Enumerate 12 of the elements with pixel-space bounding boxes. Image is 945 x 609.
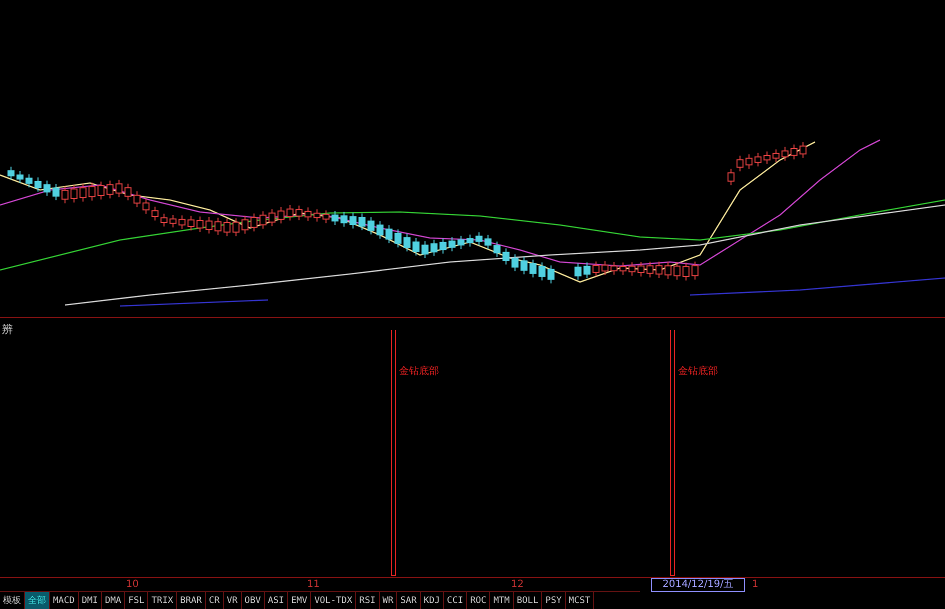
axis-tick-label: 12 — [511, 578, 524, 591]
axis-tick-label: 10 — [126, 578, 139, 591]
indicator-tab[interactable]: WR — [380, 592, 398, 609]
cursor-date-label: 2014/12/19/五 — [651, 578, 745, 592]
indicator-name: 辨 — [2, 322, 13, 338]
signal-label: 金钻底部 — [678, 364, 718, 379]
indicator-tab[interactable]: 全部 — [25, 592, 50, 609]
axis-tick-label: 1 — [752, 578, 758, 591]
signal-label: 金钻底部 — [399, 364, 439, 379]
indicator-tab[interactable]: MACD — [50, 592, 79, 609]
indicator-tab[interactable]: 模板 — [0, 592, 25, 609]
axis-tick-label: 11 — [307, 578, 320, 591]
